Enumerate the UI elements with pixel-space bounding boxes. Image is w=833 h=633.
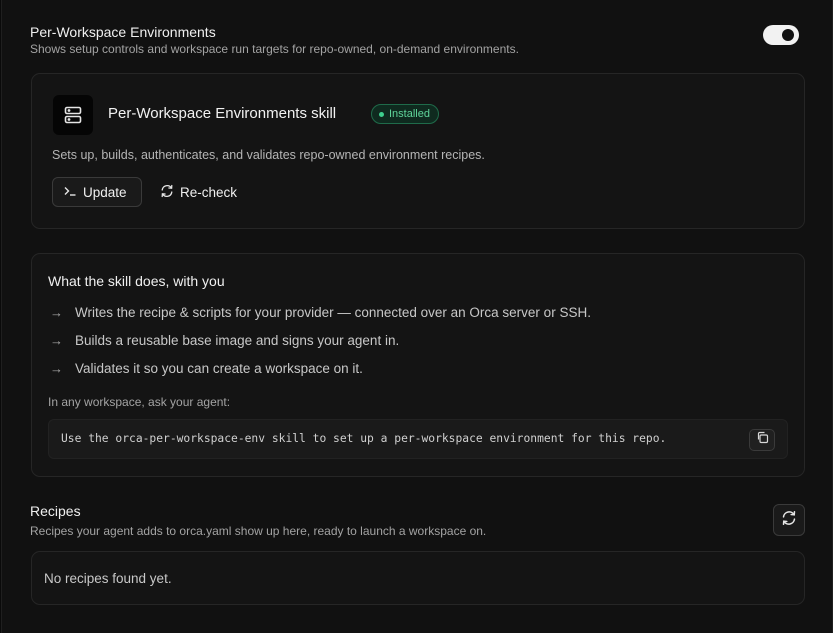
environments-toggle[interactable] (763, 25, 799, 45)
list-item-text: Validates it so you can create a workspa… (75, 361, 363, 376)
list-item-text: Writes the recipe & scripts for your pro… (75, 305, 591, 320)
skill-name: Per-Workspace Environments skill (108, 105, 337, 122)
update-label: Update (83, 184, 127, 200)
copy-button[interactable] (749, 429, 775, 451)
list-item: → Builds a reusable base image and signs… (50, 333, 399, 348)
update-button[interactable]: Update (52, 177, 142, 207)
arrow-right-icon: → (50, 305, 63, 320)
prompt-code-box: Use the orca-per-workspace-env skill to … (48, 419, 788, 459)
refresh-icon (781, 510, 797, 531)
skill-card: Per-Workspace Environments skill Install… (31, 73, 805, 229)
environments-description: Shows setup controls and workspace run t… (30, 42, 519, 56)
skill-description: Sets up, builds, authenticates, and vali… (52, 148, 485, 162)
arrow-right-icon: → (50, 333, 63, 348)
refresh-recipes-button[interactable] (773, 504, 805, 536)
ask-agent-label: In any workspace, ask your agent: (48, 395, 231, 409)
server-icon (53, 95, 93, 135)
status-dot-icon (379, 111, 384, 117)
recipes-empty-state: No recipes found yet. (44, 571, 172, 586)
recheck-label: Re-check (180, 184, 238, 200)
skill-info-card: What the skill does, with you → Writes t… (31, 253, 805, 477)
installed-badge: Installed (371, 104, 439, 124)
prompt-text[interactable]: Use the orca-per-workspace-env skill to … (61, 432, 666, 445)
refresh-icon (160, 184, 174, 201)
toggle-knob (782, 29, 794, 41)
list-item-text: Builds a reusable base image and signs y… (75, 333, 400, 348)
environments-title: Per-Workspace Environments (30, 24, 216, 40)
recipes-list: No recipes found yet. (31, 551, 805, 605)
recipes-description: Recipes your agent adds to orca.yaml sho… (30, 524, 487, 538)
badge-label: Installed (389, 108, 430, 120)
recipes-title: Recipes (30, 503, 81, 519)
copy-icon (756, 431, 769, 449)
skill-info-title: What the skill does, with you (48, 273, 225, 289)
recheck-button[interactable]: Re-check (160, 177, 237, 207)
terminal-icon (63, 184, 77, 201)
settings-panel: Per-Workspace Environments Shows setup c… (1, 0, 833, 633)
list-item: → Validates it so you can create a works… (50, 361, 363, 376)
list-item: → Writes the recipe & scripts for your p… (50, 305, 591, 320)
arrow-right-icon: → (50, 361, 63, 376)
